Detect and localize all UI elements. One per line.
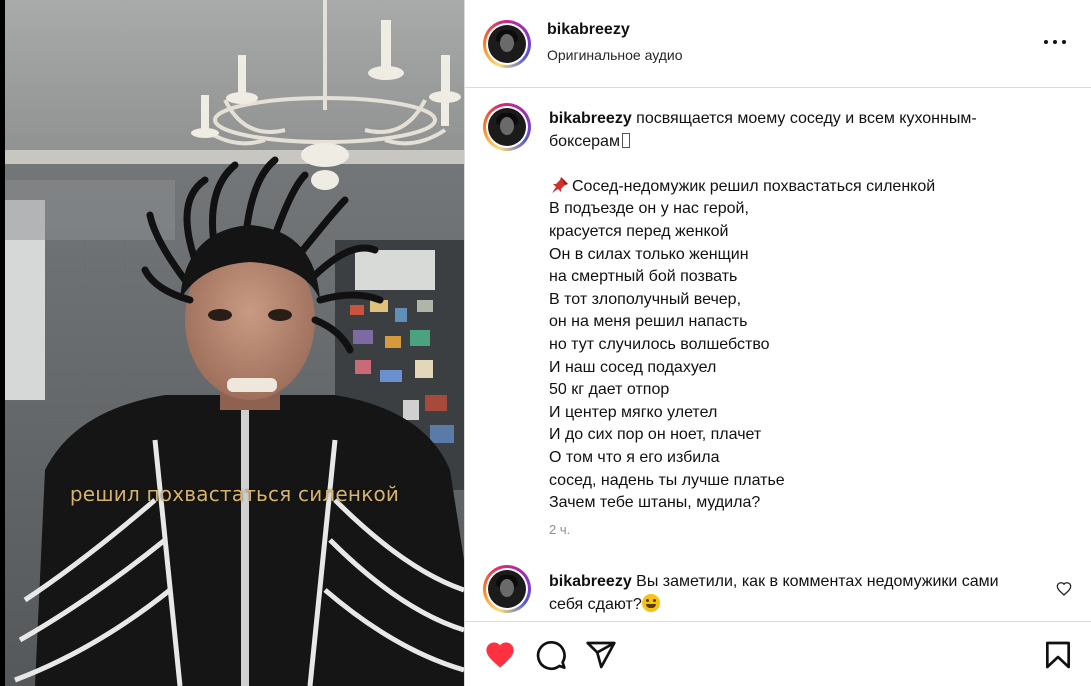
comment-text-line2: себя сдают? xyxy=(549,595,642,613)
caption-username[interactable]: bikabreezy xyxy=(549,110,632,127)
video-frame-image xyxy=(5,0,464,686)
caption-line: О том что я его избила xyxy=(549,448,720,466)
post-caption: bikabreezy посвящается моему соседу и вс… xyxy=(549,108,1029,515)
caption-line: 50 кг дает отпор xyxy=(549,381,670,399)
comment-username[interactable]: bikabreezy xyxy=(549,573,632,590)
header-username[interactable]: bikabreezy xyxy=(547,21,630,39)
caption-line: И наш сосед подахуел xyxy=(549,358,717,376)
caption-line: на смертный бой позвать xyxy=(549,268,738,286)
missing-glyph-icon xyxy=(621,132,630,148)
caption-line: Он в силах только женщин xyxy=(549,245,749,263)
caption-line: сосед, надень ты лучше платье xyxy=(549,471,785,489)
post-timestamp[interactable]: 2 ч. xyxy=(549,522,570,537)
caption-first-line: посвящается моему соседу и всем кухонным… xyxy=(636,110,977,127)
caption-line: И до сих пор он ноет, плачет xyxy=(549,426,762,444)
caption-line: Сосед-недомужик решил похвастаться силен… xyxy=(572,177,936,195)
caption-line: И центер мягко улетел xyxy=(549,403,718,421)
comments-scroll-area[interactable]: bikabreezy посвящается моему соседу и вс… xyxy=(465,88,1091,621)
action-bar xyxy=(465,621,1091,686)
caption-line: красуется перед женкой xyxy=(549,222,729,240)
share-send-icon[interactable] xyxy=(585,639,617,671)
avatar[interactable] xyxy=(483,20,531,68)
post-header: bikabreezy Оригинальное аудио xyxy=(465,0,1091,88)
caption-line: но тут случилось волшебство xyxy=(549,335,770,353)
caption-line: Зачем тебе штаны, мудила? xyxy=(549,494,761,512)
comment-avatar[interactable] xyxy=(483,565,531,613)
video-caption-overlay: решил похвастаться силенкой xyxy=(69,482,400,506)
post-details-panel: bikabreezy Оригинальное аудио bikabreezy… xyxy=(464,0,1091,686)
comment: bikabreezy Вы заметили, как в комментах … xyxy=(549,571,1019,616)
caption-line: В тот злополучный вечер, xyxy=(549,290,742,308)
laughing-emoji-icon xyxy=(641,593,660,612)
caption-line: В подъезде он у нас герой, xyxy=(549,200,749,218)
comment-like-heart-icon[interactable] xyxy=(1056,581,1072,597)
audio-link[interactable]: Оригинальное аудио xyxy=(547,47,683,63)
pushpin-icon xyxy=(552,176,568,193)
save-bookmark-icon[interactable] xyxy=(1042,639,1074,671)
caption-avatar[interactable] xyxy=(483,103,531,151)
comment-icon[interactable] xyxy=(535,639,567,671)
comment-text-line1: Вы заметили, как в комментах недомужики … xyxy=(636,573,999,590)
more-options-icon[interactable] xyxy=(1044,32,1068,52)
like-heart-icon[interactable] xyxy=(484,639,516,671)
caption-second-line: боксерам xyxy=(549,132,620,150)
video-player[interactable]: решил похвастаться силенкой xyxy=(5,0,464,686)
caption-line: он на меня решил напасть xyxy=(549,313,748,331)
